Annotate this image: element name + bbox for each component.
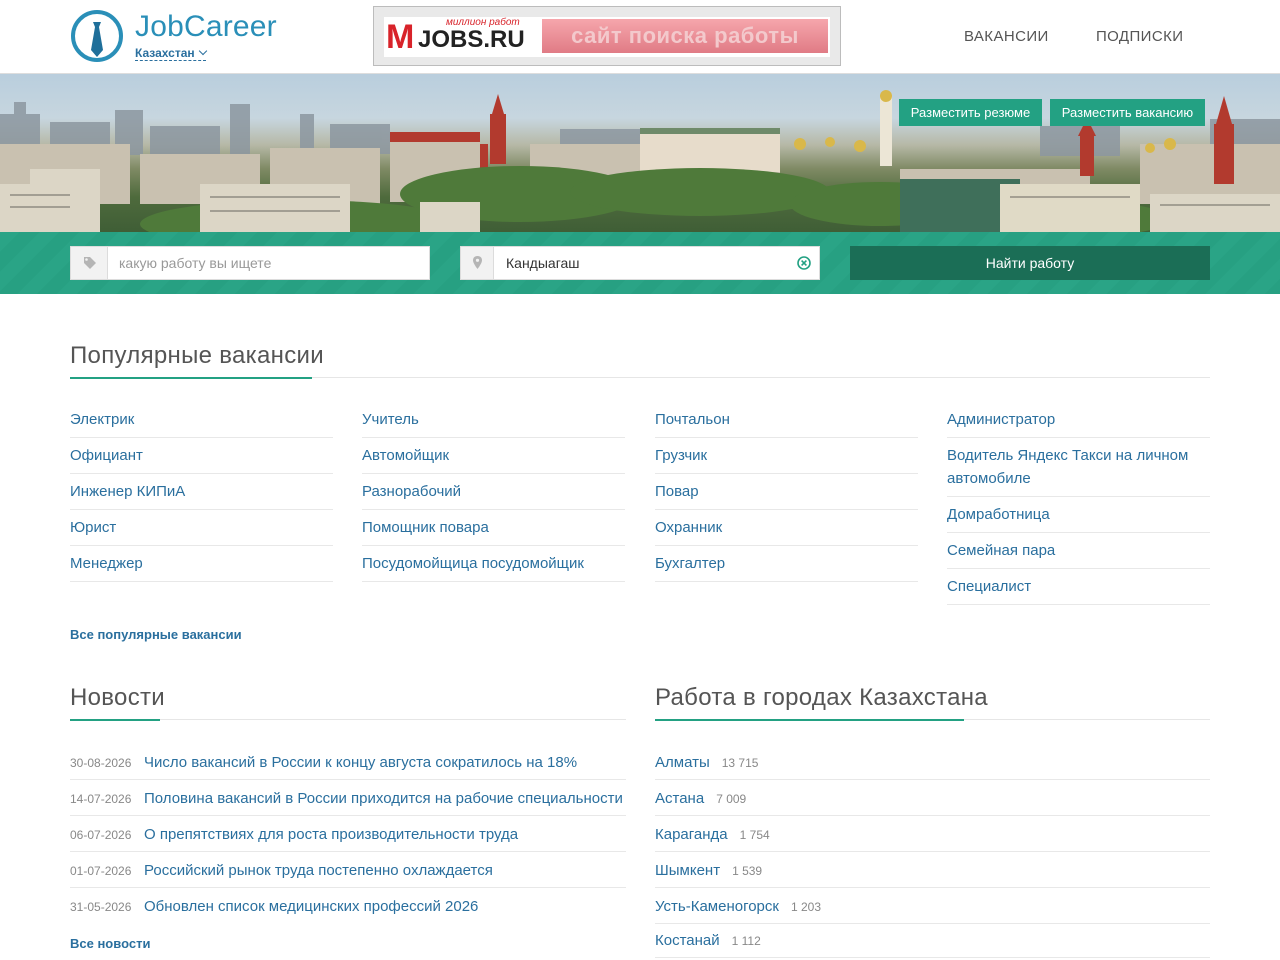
vacancy-link[interactable]: Семейная пара <box>947 533 1210 569</box>
hero-cityscape: Разместить резюме Разместить вакансию <box>0 74 1280 232</box>
vacancy-link[interactable]: Электрик <box>70 402 333 438</box>
city-link[interactable]: Костанай <box>655 932 720 949</box>
post-resume-button[interactable]: Разместить резюме <box>899 99 1042 126</box>
nav-subscriptions[interactable]: ПОДПИСКИ <box>1096 28 1183 45</box>
vacancy-link[interactable]: Почтальон <box>655 402 918 438</box>
vacancy-link[interactable]: Разнорабочий <box>362 474 625 510</box>
search-bar: Найти работу <box>0 232 1280 294</box>
title-underline <box>655 719 964 721</box>
city-item: Караганда 1 754 <box>655 816 1210 852</box>
city-item: Шымкент 1 539 <box>655 852 1210 888</box>
nav-vacancies[interactable]: ВАКАНСИИ <box>964 28 1049 45</box>
vacancy-link[interactable]: Грузчик <box>655 438 918 474</box>
all-popular-link[interactable]: Все популярные вакансии <box>70 627 242 642</box>
news-date: 06-07-2026 <box>70 828 132 842</box>
news-date: 14-07-2026 <box>70 792 132 806</box>
find-job-button[interactable]: Найти работу <box>850 246 1210 280</box>
news-item: 14-07-2026 Половина вакансий в России пр… <box>70 780 626 816</box>
popular-title: Популярные вакансии <box>70 342 324 369</box>
vacancy-link[interactable]: Водитель Яндекс Такси на личном автомоби… <box>947 438 1210 497</box>
city-link[interactable]: Алматы <box>655 754 710 771</box>
cities-list: Алматы 13 715 Астана 7 009 Караганда 1 754 … <box>655 744 1210 958</box>
news-item: 30-08-2026 Число вакансий в России к кон… <box>70 744 626 780</box>
news-link[interactable]: Российский рынок труда постепенно охлажд… <box>144 862 493 879</box>
brand-name[interactable]: JobCareer <box>135 10 277 44</box>
vacancy-link[interactable]: Администратор <box>947 402 1210 438</box>
ad-banner-content: M миллион работ JOBS.RU сайт поиска рабо… <box>384 17 830 57</box>
clear-icon[interactable] <box>797 256 811 270</box>
city-item: Усть-Каменогорск 1 203 <box>655 888 1210 924</box>
vacancy-link[interactable]: Бухгалтер <box>655 546 918 582</box>
vacancy-column-4: Администратор Водитель Яндекс Такси на л… <box>947 402 1210 605</box>
news-date: 01-07-2026 <box>70 864 132 878</box>
location-pin-icon <box>461 247 494 279</box>
vacancy-column-1: Электрик Официант Инженер КИПиА Юрист Ме… <box>70 402 333 582</box>
vacancy-link[interactable]: Юрист <box>70 510 333 546</box>
query-input[interactable] <box>119 247 419 279</box>
vacancy-column-3: Почтальон Грузчик Повар Охранник Бухгалт… <box>655 402 918 582</box>
vacancy-link[interactable]: Охранник <box>655 510 918 546</box>
logo-icon[interactable] <box>70 10 126 62</box>
ad-logo-text: JOBS.RU <box>418 26 525 53</box>
chevron-down-icon <box>198 46 207 56</box>
vacancy-link[interactable]: Официант <box>70 438 333 474</box>
query-field <box>70 246 430 280</box>
post-vacancy-button[interactable]: Разместить вакансию <box>1050 99 1205 126</box>
all-news-link[interactable]: Все новости <box>70 936 150 951</box>
city-link[interactable]: Шымкент <box>655 862 720 879</box>
vacancy-link[interactable]: Учитель <box>362 402 625 438</box>
cityscape-illustration <box>0 90 1280 232</box>
city-count: 7 009 <box>716 792 747 806</box>
city-link[interactable]: Усть-Каменогорск <box>655 898 779 915</box>
news-link[interactable]: Обновлен список медицинских профессий 20… <box>144 898 478 915</box>
news-item: 31-05-2026 Обновлен список медицинских п… <box>70 888 626 924</box>
city-item: Костанай 1 112 <box>655 924 1210 958</box>
location-input[interactable] <box>506 247 786 279</box>
vacancy-link[interactable]: Посудомойщица посудомойщик <box>362 546 625 582</box>
city-count: 1 203 <box>790 900 821 914</box>
cities-title: Работа в городах Казахстана <box>655 684 988 711</box>
tag-icon <box>71 247 108 279</box>
vacancy-link[interactable]: Помощник повара <box>362 510 625 546</box>
news-title: Новости <box>70 684 166 711</box>
city-item: Алматы 13 715 <box>655 744 1210 780</box>
vacancy-column-2: Учитель Автомойщик Разнорабочий Помощник… <box>362 402 625 582</box>
news-list: 30-08-2026 Число вакансий в России к кон… <box>70 744 626 924</box>
news-item: 01-07-2026 Российский рынок труда постеп… <box>70 852 626 888</box>
ad-logo-letter: M <box>386 18 415 56</box>
ad-slogan: сайт поиска работы <box>542 19 828 53</box>
vacancy-link[interactable]: Домработница <box>947 497 1210 533</box>
city-count: 1 112 <box>731 934 761 948</box>
news-item: 06-07-2026 О препятствиях для роста прои… <box>70 816 626 852</box>
location-field <box>460 246 820 280</box>
news-link[interactable]: Число вакансий в России к концу августа … <box>144 754 577 771</box>
city-link[interactable]: Караганда <box>655 826 728 843</box>
vacancy-link[interactable]: Автомойщик <box>362 438 625 474</box>
ad-banner[interactable]: M миллион работ JOBS.RU сайт поиска рабо… <box>373 6 841 66</box>
vacancy-link[interactable]: Специалист <box>947 569 1210 605</box>
news-link[interactable]: О препятствиях для роста производительно… <box>144 826 518 843</box>
city-count: 1 539 <box>732 864 763 878</box>
news-link[interactable]: Половина вакансий в России приходится на… <box>144 790 623 807</box>
city-link[interactable]: Астана <box>655 790 704 807</box>
vacancy-link[interactable]: Инженер КИПиА <box>70 474 333 510</box>
city-count: 1 754 <box>739 828 770 842</box>
vacancy-link[interactable]: Менеджер <box>70 546 333 582</box>
city-count: 13 715 <box>721 756 759 770</box>
title-underline <box>70 377 312 379</box>
vacancy-link[interactable]: Повар <box>655 474 918 510</box>
city-item: Астана 7 009 <box>655 780 1210 816</box>
region-selector[interactable]: Казахстан <box>135 46 207 61</box>
news-date: 31-05-2026 <box>70 900 132 914</box>
news-date: 30-08-2026 <box>70 756 132 770</box>
title-underline <box>70 719 160 721</box>
region-label: Казахстан <box>135 46 195 60</box>
site-header: JobCareer Казахстан M миллион работ JOBS… <box>0 0 1280 74</box>
